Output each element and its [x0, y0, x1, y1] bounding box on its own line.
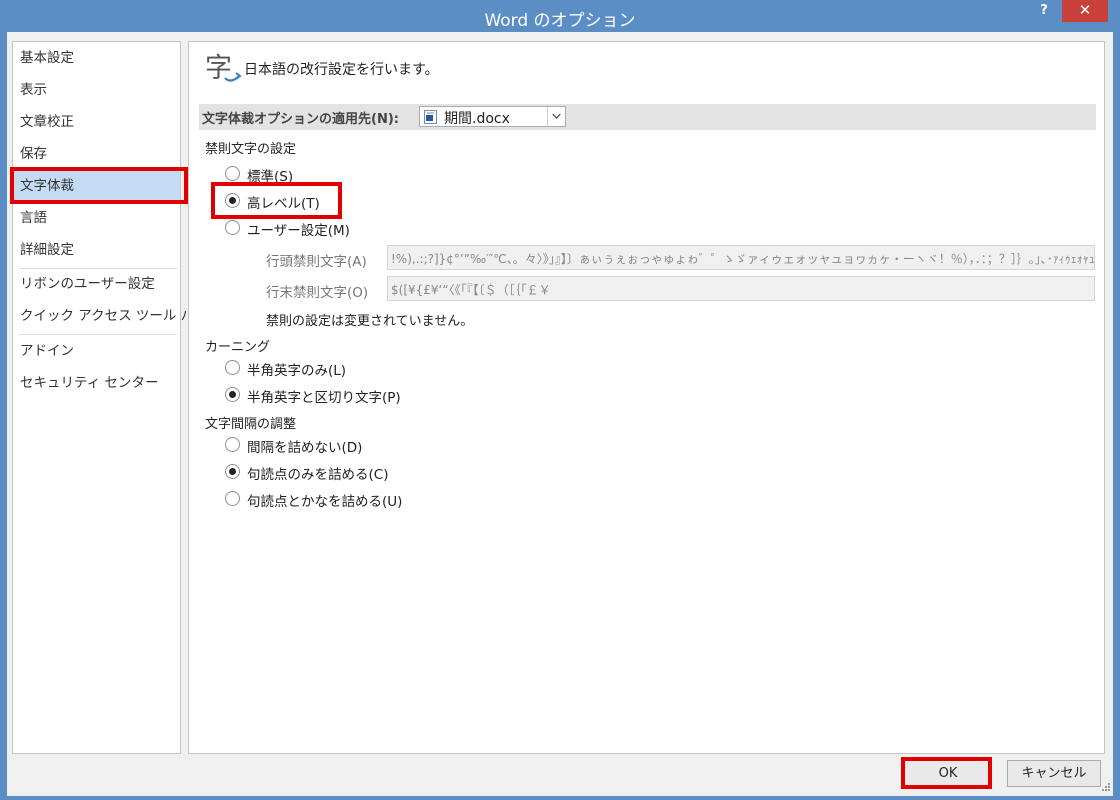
panel-description: 日本語の改行設定を行います。: [244, 62, 439, 78]
title-bar: Word のオプション ? ✕: [0, 0, 1120, 32]
radio-dot: [229, 391, 236, 398]
dialog-body: 基本設定 表示 文章校正 保存 文字体裁 言語 詳細設定 リボンのユーザー設定 …: [7, 32, 1113, 796]
close-icon: ✕: [1078, 1, 1092, 19]
typography-icon: 字: [205, 53, 242, 84]
trailing-kinsoku-value: $([¥{£¥‘“〈《「『【〔＄（［｛｢￡￥: [391, 283, 551, 297]
options-dialog: Word のオプション ? ✕ 基本設定 表示 文章校正 保存 文字体裁 言語 …: [0, 0, 1120, 800]
spacing-group-title: 文字間隔の調整: [205, 417, 297, 432]
window-title: Word のオプション: [484, 11, 636, 31]
nav-item-basic[interactable]: 基本設定: [13, 43, 180, 73]
radio-circle: [225, 437, 240, 452]
leading-kinsoku-field[interactable]: !%),.:;?]}¢°’”‰′″℃、。々〉》」』】〕ぁぃぅぇぉっゃゅょゎ゛゜ゝ…: [387, 245, 1095, 270]
leading-kinsoku-label: 行頭禁則文字(A): [266, 254, 367, 270]
chevron-down-icon: [547, 107, 561, 126]
radio-circle: [225, 220, 240, 235]
radio-label: 句読点のみを詰める(C): [247, 467, 389, 483]
apply-to-label: 文字体裁オプションの適用先(N):: [202, 112, 399, 127]
document-name: 期間.docx: [444, 111, 510, 127]
radio-circle: [225, 360, 240, 375]
radio-dot: [229, 468, 236, 475]
help-button[interactable]: ?: [1032, 0, 1056, 22]
apply-to-dropdown[interactable]: 期間.docx: [419, 106, 566, 127]
radio-label: ユーザー設定(M): [247, 223, 350, 239]
resize-grip-icon[interactable]: [1101, 782, 1111, 792]
apply-to-bar: 文字体裁オプションの適用先(N): 期間.docx: [199, 104, 1096, 130]
nav-item-addins[interactable]: アドイン: [13, 336, 180, 366]
nav-item-customize-ribbon[interactable]: リボンのユーザー設定: [13, 269, 180, 299]
radio-circle: [225, 166, 240, 181]
radio-circle: [225, 491, 240, 506]
radio-label: 半角英字のみ(L): [247, 363, 347, 379]
kinsoku-group-title: 禁則文字の設定: [205, 142, 297, 157]
radio-label: 句読点とかなを詰める(U): [247, 494, 403, 510]
radio-label: 間隔を詰めない(D): [247, 440, 363, 456]
kinsoku-status-note: 禁則の設定は変更されていません。: [266, 314, 474, 329]
nav-divider: [19, 334, 177, 335]
nav-item-proofing[interactable]: 文章校正: [13, 107, 180, 137]
typography-panel: 字 日本語の改行設定を行います。 文字体裁オプションの適用先(N): 期間.do…: [188, 41, 1105, 754]
nav-item-advanced[interactable]: 詳細設定: [13, 235, 180, 265]
radio-label: 半角英字と区切り文字(P): [247, 390, 401, 406]
trailing-kinsoku-field[interactable]: $([¥{£¥‘“〈《「『【〔＄（［｛｢￡￥: [387, 276, 1095, 301]
highlight-high-level-option: [211, 182, 342, 219]
nav-item-save[interactable]: 保存: [13, 139, 180, 169]
nav-item-language[interactable]: 言語: [13, 203, 180, 233]
leading-kinsoku-value: !%),.:;?]}¢°’”‰′″℃、。々〉》」』】〕ぁぃぅぇぉっゃゅょゎ゛゜ゝ…: [391, 252, 1095, 266]
trailing-kinsoku-label: 行末禁則文字(O): [266, 285, 369, 301]
highlight-nav-typography: [10, 167, 188, 204]
category-nav: 基本設定 表示 文章校正 保存 文字体裁 言語 詳細設定 リボンのユーザー設定 …: [12, 41, 208, 754]
word-document-icon: [424, 110, 437, 124]
cancel-button[interactable]: キャンセル: [1007, 760, 1101, 787]
close-button[interactable]: ✕: [1062, 0, 1108, 22]
nav-item-quick-access-toolbar[interactable]: クイック アクセス ツール バー: [13, 301, 208, 331]
highlight-ok-button: [901, 757, 992, 789]
kerning-group-title: カーニング: [205, 340, 271, 355]
radio-circle: [225, 387, 240, 402]
nav-item-display[interactable]: 表示: [13, 75, 180, 105]
nav-item-trust-center[interactable]: セキュリティ センター: [13, 368, 180, 398]
radio-circle: [225, 464, 240, 479]
